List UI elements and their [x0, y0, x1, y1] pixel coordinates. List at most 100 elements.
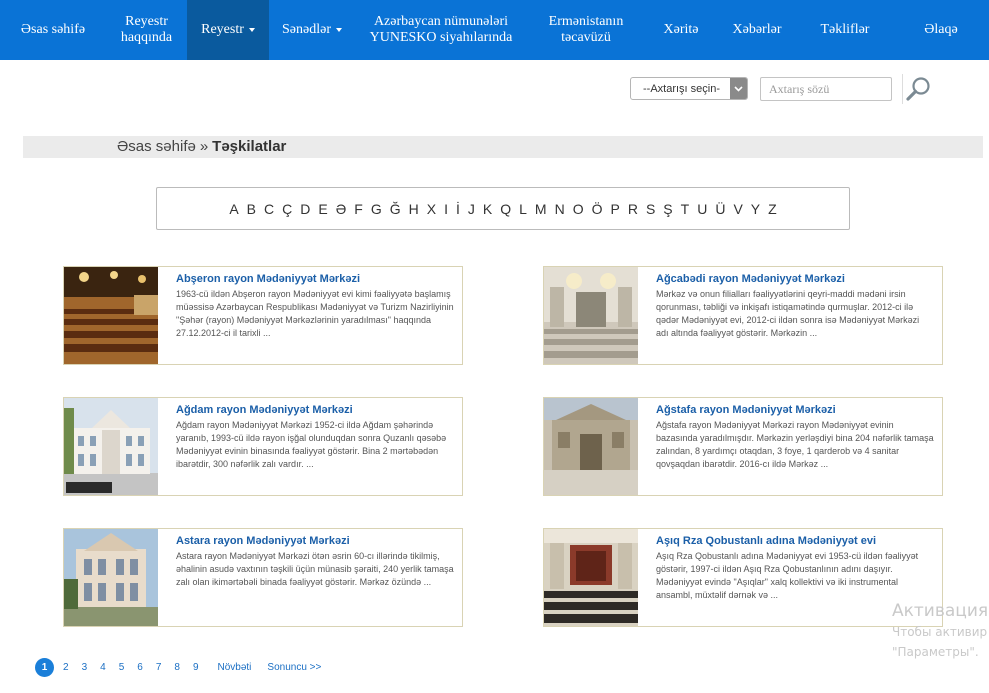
nav-item-map[interactable]: Xəritə: [645, 0, 717, 60]
alphabet-letter[interactable]: R: [628, 201, 638, 217]
alphabet-letter[interactable]: Ğ: [390, 201, 401, 217]
page-link[interactable]: 5: [119, 662, 125, 673]
page-link[interactable]: 3: [82, 662, 88, 673]
org-title-link[interactable]: Ağdam rayon Mədəniyyət Mərkəzi: [176, 404, 454, 416]
pagination: 1 2 3 4 5 6 7 8 9 Növbəti Sonuncu >>: [35, 658, 321, 677]
alphabet-filter: ABCÇDEƏFGĞHXIİJKQLMNOÖPRSŞTUÜVYZ: [156, 187, 850, 230]
nav-item-label: Azərbaycan nümunələri YUNESKO siyahıları…: [369, 14, 513, 45]
chevron-down-icon[interactable]: [730, 78, 747, 99]
page-link[interactable]: 8: [174, 662, 180, 673]
nav-item-proposals[interactable]: Təkliflər: [797, 0, 893, 60]
alphabet-letter[interactable]: U: [697, 201, 707, 217]
org-title-link[interactable]: Aşıq Rza Qobustanlı adına Mədəniyyət evi: [656, 535, 934, 547]
nav-item-label: Sənədlər: [282, 22, 331, 37]
org-description: Mərkəz və onun filialları fəaliyyətlərin…: [656, 289, 920, 338]
org-thumbnail[interactable]: [544, 529, 638, 626]
alphabet-letter[interactable]: Ö: [592, 201, 603, 217]
alphabet-letter[interactable]: A: [229, 201, 238, 217]
org-card[interactable]: Astara rayon Mədəniyyət Mərkəzi Astara r…: [63, 528, 463, 627]
alphabet-letter[interactable]: C: [264, 201, 274, 217]
alphabet-letter[interactable]: F: [354, 201, 363, 217]
nav-item-news[interactable]: Xəbərlər: [717, 0, 797, 60]
nav-item-registry-about[interactable]: Reyestr haqqında: [106, 0, 187, 60]
page-link[interactable]: 9: [193, 662, 199, 673]
breadcrumb-current: Təşkilatlar: [212, 138, 287, 155]
alphabet-letter[interactable]: L: [519, 201, 527, 217]
org-thumbnail[interactable]: [544, 267, 638, 364]
os-activation-watermark: Активация Чтобы активир "Параметры".: [892, 600, 988, 662]
nav-item-contact[interactable]: Əlaqə: [893, 0, 989, 60]
nav-item-home[interactable]: Əsas səhifə: [0, 0, 106, 60]
org-card[interactable]: Ağcabədi rayon Mədəniyyət Mərkəzi Mərkəz…: [543, 266, 943, 365]
alphabet-letter[interactable]: Ü: [715, 201, 725, 217]
alphabet-letter[interactable]: X: [427, 201, 436, 217]
search-input[interactable]: [760, 77, 892, 101]
alphabet-letter[interactable]: Ç: [282, 201, 292, 217]
nav-item-label: Təkliflər: [820, 22, 870, 37]
org-title-link[interactable]: Astara rayon Mədəniyyət Mərkəzi: [176, 535, 454, 547]
alphabet-letter[interactable]: O: [573, 201, 584, 217]
alphabet-letter[interactable]: S: [646, 201, 655, 217]
nav-item-armenia-aggression[interactable]: Ermənistanın təcavüzü: [527, 0, 645, 60]
alphabet-letter[interactable]: K: [483, 201, 492, 217]
org-thumbnail[interactable]: [544, 398, 638, 495]
alphabet-letter[interactable]: H: [409, 201, 419, 217]
caret-down-icon: [335, 28, 342, 32]
org-thumbnail[interactable]: [64, 267, 158, 364]
org-card[interactable]: Abşeron rayon Mədəniyyət Mərkəzi 1963-cü…: [63, 266, 463, 365]
org-thumbnail[interactable]: [64, 529, 158, 626]
alphabet-letter[interactable]: J: [468, 201, 475, 217]
page-link[interactable]: 4: [100, 662, 106, 673]
alphabet-letter[interactable]: Y: [751, 201, 760, 217]
search-icon: [905, 77, 930, 101]
alphabet-letter[interactable]: İ: [456, 201, 460, 217]
alphabet-letter[interactable]: T: [681, 201, 690, 217]
search-type-select[interactable]: --Axtarışı seçin-: [630, 77, 748, 100]
alphabet-letter[interactable]: D: [300, 201, 310, 217]
breadcrumb-home-link[interactable]: Əsas səhifə: [117, 138, 196, 155]
org-card[interactable]: Ağdam rayon Mədəniyyət Mərkəzi Ağdam ray…: [63, 397, 463, 496]
nav-item-label: Reyestr haqqında: [120, 14, 173, 45]
nav-item-label: Ermənistanın təcavüzü: [548, 14, 624, 45]
org-thumbnail[interactable]: [64, 398, 158, 495]
alphabet-letter[interactable]: M: [535, 201, 547, 217]
alphabet-letter[interactable]: Q: [500, 201, 511, 217]
alphabet-letter[interactable]: Z: [768, 201, 777, 217]
alphabet-letter[interactable]: V: [733, 201, 742, 217]
org-description: Ağstafa rayon Mədəniyyət Mərkəzi rayon M…: [656, 420, 934, 469]
search-button[interactable]: [902, 74, 932, 104]
breadcrumb-separator: »: [199, 138, 209, 155]
org-description: Ağdam rayon Mədəniyyət Mərkəzi 1952-ci i…: [176, 420, 447, 469]
alphabet-letter[interactable]: I: [444, 201, 448, 217]
alphabet-letter[interactable]: N: [555, 201, 565, 217]
org-title-link[interactable]: Ağcabədi rayon Mədəniyyət Mərkəzi: [656, 273, 934, 285]
nav-item-unesco[interactable]: Azərbaycan nümunələri YUNESKO siyahıları…: [355, 0, 527, 60]
org-card[interactable]: Aşıq Rza Qobustanlı adına Mədəniyyət evi…: [543, 528, 943, 627]
org-title-link[interactable]: Ağstafa rayon Mədəniyyət Mərkəzi: [656, 404, 934, 416]
alphabet-letter[interactable]: P: [610, 201, 619, 217]
nav-item-registry[interactable]: Reyestr: [187, 0, 269, 60]
watermark-line: "Параметры".: [892, 645, 979, 659]
watermark-line: Чтобы активир: [892, 625, 988, 639]
nav-item-documents[interactable]: Sənədlər: [269, 0, 355, 60]
org-card[interactable]: Ağstafa rayon Mədəniyyət Mərkəzi Ağstafa…: [543, 397, 943, 496]
org-description: 1963-cü ildən Abşeron rayon Mədəniyyət e…: [176, 289, 454, 338]
alphabet-letter[interactable]: Ə: [336, 201, 347, 217]
page-link[interactable]: 7: [156, 662, 162, 673]
watermark-line: Активация: [892, 601, 989, 621]
next-page-link[interactable]: Növbəti: [218, 662, 252, 673]
nav-item-label: Xəbərlər: [732, 22, 782, 37]
alphabet-letter[interactable]: G: [371, 201, 382, 217]
org-title-link[interactable]: Abşeron rayon Mədəniyyət Mərkəzi: [176, 273, 454, 285]
nav-item-label: Xəritə: [663, 22, 699, 37]
last-page-link[interactable]: Sonuncu >>: [267, 662, 321, 673]
page-link[interactable]: 6: [137, 662, 143, 673]
org-description: Aşıq Rza Qobustanlı adına Mədəniyyət evi…: [656, 551, 919, 600]
page-current[interactable]: 1: [35, 658, 54, 677]
page-link[interactable]: 2: [63, 662, 69, 673]
alphabet-letter[interactable]: Ş: [663, 201, 672, 217]
search-select-value: --Axtarışı seçin-: [643, 82, 721, 95]
alphabet-letter[interactable]: E: [318, 201, 327, 217]
main-nav: Əsas səhifə Reyestr haqqında Reyestr Sən…: [0, 0, 989, 60]
alphabet-letter[interactable]: B: [247, 201, 256, 217]
